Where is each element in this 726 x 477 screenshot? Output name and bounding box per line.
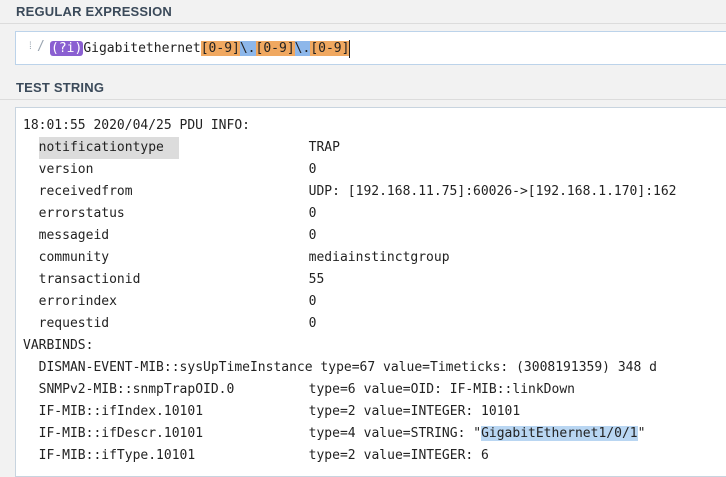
field-value: 0: [308, 228, 317, 243]
field-key: transactionid: [38, 272, 141, 287]
regex-token-charset: [0-9]: [255, 41, 295, 56]
field-value: mediainstinctgroup: [308, 250, 450, 265]
field-key: messageid: [38, 228, 110, 243]
varbind-value: value=INTEGER: 10101: [363, 404, 521, 419]
field-key: notificationtype: [38, 137, 179, 159]
regex-input[interactable]: (?i)Gigabitethernet[0-9]\.[0-9]\.[0-9]: [50, 40, 351, 58]
field-key: errorindex: [38, 294, 117, 309]
regex-input-box[interactable]: ⁞ / (?i)Gigabitethernet[0-9]\.[0-9]\.[0-…: [15, 31, 726, 65]
varbind-oid: SNMPv2-MIB::snmpTrapOID.0: [38, 382, 235, 397]
field-line: errorstatus 0: [23, 203, 677, 225]
regex-token-literal: Gigabitethernet: [83, 41, 201, 56]
field-value: 0: [308, 206, 317, 221]
regex-section-header: REGULAR EXPRESSION: [0, 0, 726, 24]
field-line: receivedfrom UDP: [192.168.11.75]:60026->…: [23, 181, 677, 203]
test-string-text: 18:01:55 2020/04/25 PDU INFO: notificati…: [23, 115, 677, 467]
varbind-text: DISMAN-EVENT-MIB::sysUpTimeInstance type…: [38, 360, 657, 375]
regex-token-escaped-dot: \.: [294, 41, 311, 56]
field-line: transactionid 55: [23, 269, 677, 291]
field-value: 0: [308, 316, 317, 331]
field-key: community: [38, 250, 110, 265]
drag-handle-icon[interactable]: ⁞: [29, 41, 32, 52]
varbind-line: SNMPv2-MIB::snmpTrapOID.0 type=6 value=OID…: [23, 379, 677, 401]
field-value: TRAP: [308, 140, 340, 155]
test-string-editor[interactable]: 18:01:55 2020/04/25 PDU INFO: notificati…: [15, 107, 726, 477]
varbind-value: value=OID: IF-MIB::linkDown: [363, 382, 575, 397]
field-line: version 0: [23, 159, 677, 181]
varbind-oid: IF-MIB::ifDescr.10101: [38, 426, 204, 441]
field-line: requestid 0: [23, 313, 677, 335]
field-key: errorstatus: [38, 206, 125, 221]
regex-delimiter: /: [37, 39, 45, 54]
varbind-type: type=2: [308, 448, 356, 463]
regex-match-highlight: GigabitEthernet1/0/1: [481, 426, 638, 441]
field-value: 0: [308, 162, 317, 177]
regex-section-title: REGULAR EXPRESSION: [16, 4, 173, 19]
varbind-value-prefix: value=STRING: ": [363, 426, 482, 441]
field-key: version: [38, 162, 94, 177]
varbind-oid: IF-MIB::ifType.10101: [38, 448, 196, 463]
test-section-title: TEST STRING: [16, 80, 105, 95]
pdu-header-line: 18:01:55 2020/04/25 PDU INFO:: [23, 118, 250, 133]
field-key: receivedfrom: [38, 184, 133, 199]
field-line: messageid 0: [23, 225, 677, 247]
regex-token-escaped-dot: \.: [239, 41, 256, 56]
text-caret: [349, 40, 351, 58]
varbind-line: DISMAN-EVENT-MIB::sysUpTimeInstance type…: [23, 357, 677, 379]
varbind-value: value=INTEGER: 6: [363, 448, 489, 463]
field-value: UDP: [192.168.11.75]:60026->[192.168.1.1…: [308, 184, 677, 199]
regex-token-charset: [0-9]: [310, 41, 350, 56]
regex-token-charset: [0-9]: [200, 41, 240, 56]
varbind-oid: IF-MIB::ifIndex.10101: [38, 404, 204, 419]
field-value: 55: [308, 272, 325, 287]
varbind-type: type=6: [308, 382, 356, 397]
regex-token-flag-group: (?i): [50, 41, 84, 56]
field-line: community mediainstinctgroup: [23, 247, 677, 269]
varbind-type: type=4: [308, 426, 356, 441]
varbind-line: IF-MIB::ifDescr.10101 type=4 value=STRING:…: [23, 423, 677, 445]
varbinds-label: VARBINDS:: [23, 338, 94, 353]
field-line: errorindex 0: [23, 291, 677, 313]
field-line: notificationtype TRAP: [23, 137, 677, 159]
varbind-line: IF-MIB::ifType.10101 type=2 value=INTEGER:…: [23, 445, 677, 467]
field-key: requestid: [38, 316, 110, 331]
varbind-value-suffix: ": [637, 426, 646, 441]
field-value: 0: [308, 294, 317, 309]
test-section-header: TEST STRING: [0, 76, 726, 100]
varbind-type: type=2: [308, 404, 356, 419]
varbind-line: IF-MIB::ifIndex.10101 type=2 value=INTEGER…: [23, 401, 677, 423]
